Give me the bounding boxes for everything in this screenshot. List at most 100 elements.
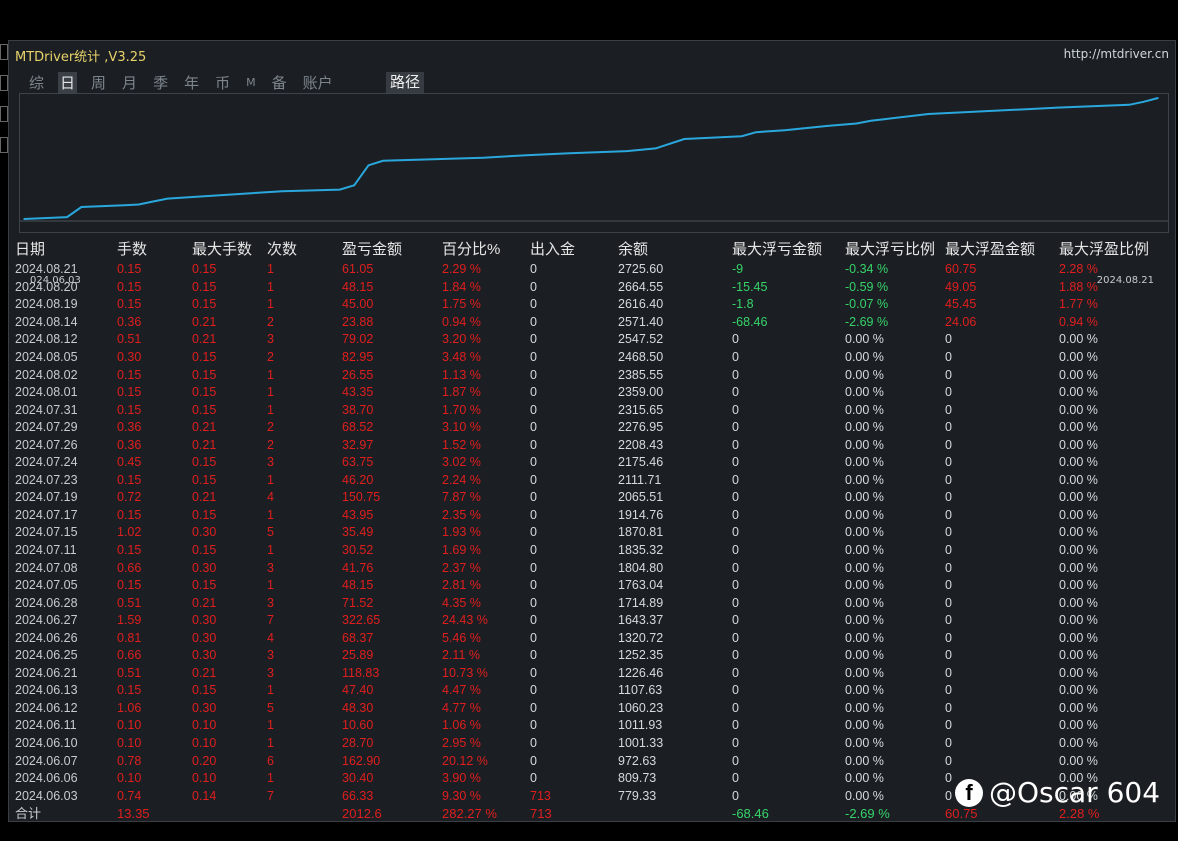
table-cell: 0: [530, 472, 537, 487]
side-tool-icon[interactable]: [0, 44, 8, 60]
table-row[interactable]: 2024.06.26 0.81 0.30 4 68.37 5.46 % 0 1320.72 0 0…: [15, 629, 1175, 647]
table-row[interactable]: 2024.08.05 0.30 0.15 2 82.95 3.48 % 0 2468.50 0 0…: [15, 349, 1175, 367]
app-title: MTDriver统计 ,V3.25: [15, 50, 147, 65]
table-cell: 35.49: [342, 525, 374, 540]
column-header[interactable]: 百分比%: [442, 239, 530, 261]
table-cell: -2.69 %: [845, 314, 889, 329]
table-cell: 0: [530, 700, 537, 715]
table-row[interactable]: 2024.06.12 1.06 0.30 5 48.30 4.77 % 0 1060.23 0 0…: [15, 700, 1175, 718]
table-row[interactable]: 2024.06.27 1.59 0.30 7 322.65 24.43 % 0 1643.37…: [15, 612, 1175, 630]
table-cell: 1252.35: [618, 648, 664, 663]
table-cell: 2.11 %: [442, 648, 480, 663]
column-header[interactable]: 最大浮盈金额: [945, 239, 1059, 261]
table-cell: 7.87 %: [442, 490, 481, 505]
table-cell: -0.07 %: [845, 297, 889, 312]
table-row[interactable]: 2024.06.25 0.66 0.30 3 25.89 2.11 % 0 1252.35 0 0…: [15, 647, 1175, 665]
column-header[interactable]: 盈亏金额: [342, 239, 442, 261]
column-header[interactable]: 出入金: [530, 239, 618, 261]
table-row[interactable]: 2024.08.14 0.36 0.21 2 23.88 0.94 % 0 2571.40 -6…: [15, 314, 1175, 332]
tab-4[interactable]: 季: [151, 72, 170, 93]
table-row[interactable]: 2024.08.02 0.15 0.15 1 26.55 1.13 % 0 2385.55 0 0…: [15, 366, 1175, 384]
table-cell: 2725.60: [618, 262, 664, 277]
table-row[interactable]: 2024.08.12 0.51 0.21 3 79.02 3.20 % 0 2547.52 0 0…: [15, 331, 1175, 349]
table-cell: 1804.80: [618, 560, 664, 575]
tab-2[interactable]: 周: [89, 72, 108, 93]
side-tool-icon[interactable]: [0, 137, 8, 153]
table-cell: 0.00 %: [1059, 507, 1098, 522]
column-header[interactable]: 日期: [15, 239, 117, 261]
tab-0[interactable]: 综: [27, 72, 46, 93]
table-cell: 1: [267, 262, 274, 277]
table-cell: 0.00 %: [1059, 630, 1098, 645]
table-cell: 0: [732, 543, 739, 558]
table-row[interactable]: 2024.08.21 0.15 0.15 1 61.05 2.29 % 0 2725.60 -9…: [15, 261, 1175, 279]
table-row[interactable]: 2024.07.24 0.45 0.15 3 63.75 3.02 % 0 2175.46 0 0…: [15, 454, 1175, 472]
table-row[interactable]: 2024.06.10 0.10 0.10 1 28.70 2.95 % 0 1001.33 0 0…: [15, 735, 1175, 753]
table-cell: 41.76: [342, 560, 374, 575]
tab-1[interactable]: 日: [58, 71, 78, 93]
table-row[interactable]: 2024.07.29 0.36 0.21 2 68.52 3.10 % 0 2276.95 0 0…: [15, 419, 1175, 437]
table-row[interactable]: 2024.07.08 0.66 0.30 3 41.76 2.37 % 0 1804.80 0 0…: [15, 559, 1175, 577]
table-row[interactable]: 2024.07.23 0.15 0.15 1 46.20 2.24 % 0 2111.71 0 0…: [15, 472, 1175, 490]
tab-6[interactable]: 币: [213, 72, 232, 93]
table-cell: 1: [267, 718, 274, 733]
table-cell: 0.15: [117, 297, 142, 312]
table-row[interactable]: 2024.06.13 0.15 0.15 1 47.40 4.47 % 0 1107.63 0 0…: [15, 682, 1175, 700]
side-tool-icon[interactable]: [0, 75, 8, 91]
column-header[interactable]: 最大手数: [192, 239, 267, 261]
table-cell: 322.65: [342, 613, 381, 628]
table-cell: 0.00 %: [845, 543, 884, 558]
table-cell: 0.30: [117, 350, 142, 364]
table-cell: 0: [945, 665, 952, 680]
table-cell: 0.10: [117, 718, 142, 733]
table-row[interactable]: 2024.07.17 0.15 0.15 1 43.95 2.35 % 0 1914.76 0 0…: [15, 507, 1175, 525]
table-row[interactable]: 2024.07.05 0.15 0.15 1 48.15 2.81 % 0 1763.04 0 0…: [15, 577, 1175, 595]
table-row[interactable]: 2024.08.20 0.15 0.15 1 48.15 1.84 % 0 2664.55 -1…: [15, 279, 1175, 297]
balance-point: [367, 164, 370, 167]
table-row[interactable]: 2024.08.19 0.15 0.15 1 45.00 1.75 % 0 2616.40 -1…: [15, 296, 1175, 314]
table-row[interactable]: 2024.07.15 1.02 0.30 5 35.49 1.93 % 0 1870.81 0 0…: [15, 524, 1175, 542]
side-tool-icon[interactable]: [0, 106, 8, 122]
table-cell: 45.00: [342, 297, 374, 312]
balance-point: [80, 206, 83, 208]
tab-3[interactable]: 月: [120, 72, 139, 93]
tab-5[interactable]: 年: [182, 72, 201, 93]
table-row[interactable]: 2024.06.07 0.78 0.20 6 162.90 20.12 % 0 972.63 0…: [15, 752, 1175, 770]
table-cell: 0.00 %: [845, 402, 884, 417]
table-row[interactable]: 2024.06.21 0.51 0.21 3 118.83 10.73 % 0 1226.46…: [15, 665, 1175, 683]
table-cell: 0: [732, 630, 739, 645]
table-cell: 0.00 %: [1059, 578, 1098, 593]
table-cell: 0: [530, 455, 537, 470]
table-row[interactable]: 2024.07.11 0.15 0.15 1 30.52 1.69 % 0 1835.32 0 0…: [15, 542, 1175, 560]
column-header[interactable]: 最大浮盈比例: [1059, 239, 1175, 261]
table-cell: 2024.08.14: [15, 314, 78, 329]
table-cell: 1.06: [117, 700, 142, 715]
table-row[interactable]: 2024.06.28 0.51 0.21 3 71.52 4.35 % 0 1714.89 0 0…: [15, 594, 1175, 612]
column-header[interactable]: 余额: [618, 239, 732, 261]
table-row[interactable]: 2024.07.31 0.15 0.15 1 38.70 1.70 % 0 2315.65 0 0…: [15, 401, 1175, 419]
table-cell: 0.00 %: [1059, 665, 1098, 680]
tab-7[interactable]: M: [244, 76, 258, 89]
table-cell: 0: [945, 402, 952, 417]
table-cell: 0.15: [117, 385, 142, 400]
column-header[interactable]: 最大浮亏金额: [732, 239, 845, 261]
column-header[interactable]: 最大浮亏比例: [845, 239, 945, 261]
balance-point: [281, 190, 284, 192]
tab-9[interactable]: 账户: [301, 72, 335, 93]
table-row[interactable]: 2024.07.26 0.36 0.21 2 32.97 1.52 % 0 2208.43 0 0…: [15, 436, 1175, 454]
table-cell: 0: [945, 332, 952, 347]
column-header[interactable]: 手数: [117, 239, 192, 261]
table-row[interactable]: 2024.08.01 0.15 0.15 1 43.35 1.87 % 0 2359.00 0 0…: [15, 384, 1175, 402]
table-cell: 0: [945, 648, 952, 663]
site-link[interactable]: http://mtdriver.cn: [1064, 47, 1169, 61]
table-cell: 0: [732, 490, 739, 505]
table-cell: 0.15: [192, 367, 217, 382]
table-cell: 0: [530, 648, 537, 663]
column-header[interactable]: 次数: [267, 239, 342, 261]
table-row[interactable]: 2024.07.19 0.72 0.21 4 150.75 7.87 % 0 2065.51 0…: [15, 489, 1175, 507]
tab-8[interactable]: 备: [270, 72, 289, 93]
table-cell: 0.00 %: [845, 683, 884, 698]
table-cell: 2.35 %: [442, 507, 481, 522]
path-button[interactable]: 路径: [386, 72, 425, 93]
table-row[interactable]: 2024.06.11 0.10 0.10 1 10.60 1.06 % 0 1011.93 0 0…: [15, 717, 1175, 735]
